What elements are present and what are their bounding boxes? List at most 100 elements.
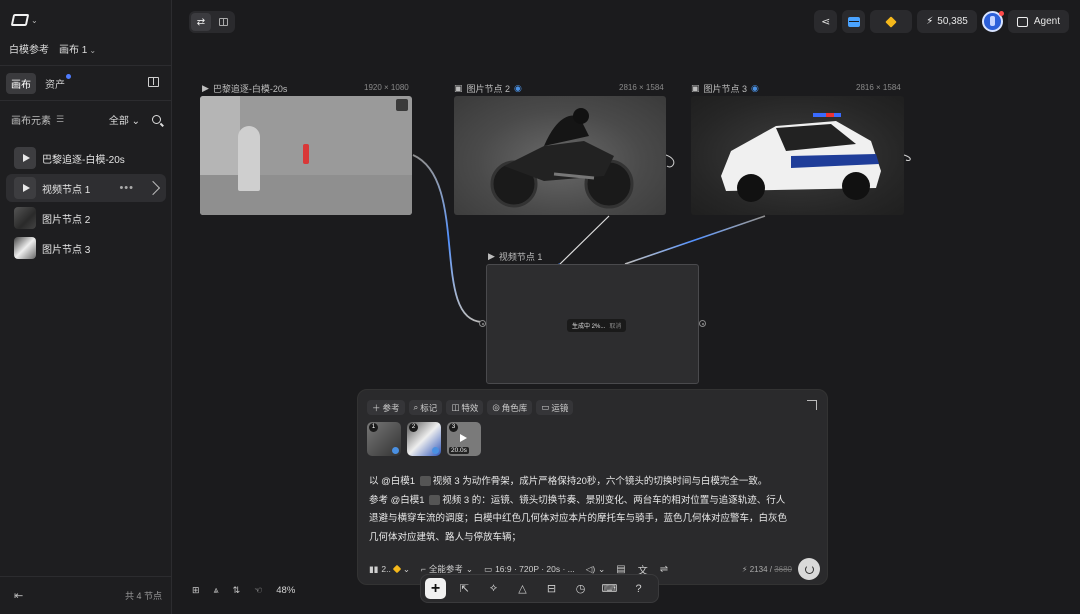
image-icon: ▣ [454, 83, 463, 93]
hand-icon[interactable]: ☜ [254, 585, 262, 596]
chevron-down-icon: ⌄ [598, 563, 606, 574]
mention-text: 参考 @白模1 [369, 494, 425, 506]
plus-icon: ＋ [372, 402, 381, 413]
output-port[interactable] [699, 320, 706, 327]
reference-thumb-2[interactable]: 2 [407, 422, 441, 456]
prompt-line: 退避与横穿车流的调度；白模中红色几何体对应本片的摩托车与骑手，蓝色几何体对应警车… [369, 513, 788, 524]
check-icon [392, 447, 399, 454]
mark-icon: ⌕ [413, 402, 419, 412]
ref-index: 3 [449, 423, 458, 432]
chip-camera-move[interactable]: ▭ 运镜 [536, 400, 574, 415]
model-label: 2.. [381, 564, 391, 574]
reference-thumbs: 1 2 3 20.0s [367, 422, 481, 456]
chip-effects[interactable]: ◫ 特效 [446, 400, 484, 415]
nodes-icon: ⟡ [489, 582, 498, 594]
node-title-text: 巴黎追逐-白模-20s [212, 84, 288, 94]
spec-selector[interactable]: ▭ 16:9 · 720P · 20s · ... [484, 564, 575, 575]
chip-camera-move-label: 运镜 [551, 402, 569, 413]
scene-red-figure [303, 144, 309, 164]
mention-text: 视频 3 [432, 476, 460, 487]
prompt-text[interactable]: 以 @白模1 视频 3 为动作骨架，成片严格保持20秒，六个镜头的切换时间与白模… [369, 473, 819, 547]
cursor-icon: ⇱ [459, 583, 470, 595]
prompt-text-span: 为动作骨架，成片严格保持20秒，六个镜头的切换时间与白模完全一致。 [462, 476, 768, 487]
scene-pillar [238, 126, 260, 191]
history-button[interactable]: ◷ [570, 578, 591, 599]
prompt-chips: ＋参考 ⌕ 标记 ◫ 特效 ◎ 角色库 ▭ 运镜 [367, 400, 574, 415]
node-title-text: 图片节点 3 [703, 84, 748, 94]
connect-tool-button[interactable]: ⟡ [483, 578, 504, 599]
cancel-generation-button[interactable]: 取消 [609, 321, 621, 330]
chip-characters[interactable]: ◎ 角色库 [487, 400, 533, 415]
grid-icon[interactable]: ⊞ [192, 585, 200, 596]
node-size-scene: 1920 × 1080 [364, 83, 409, 92]
prompt-line: 参考 @白模1 视频 3 的：运镜、镜头切换节奏、景别变化、两台车的相对位置与追… [369, 492, 819, 511]
input-port[interactable] [479, 320, 486, 327]
download-icon[interactable] [396, 99, 408, 111]
chevron-down-icon: ⌄ [402, 563, 410, 574]
reference-thumb-1[interactable]: 1 [367, 422, 401, 456]
chip-effects-label: 特效 [461, 402, 479, 413]
play-icon: ▶ [488, 251, 495, 261]
clock-icon: ◷ [575, 583, 586, 595]
chip-mark-label: 标记 [420, 402, 438, 413]
edge-img2-to-video [559, 215, 610, 265]
settings-sliders-icon[interactable]: ⇌ [660, 564, 668, 575]
camera-icon: ◫ [451, 402, 460, 412]
generation-status: 生成中 2%... 取消 [567, 319, 627, 332]
node-size-img3: 2816 × 1584 [856, 83, 901, 92]
cone-icon[interactable]: ⩓ [214, 585, 219, 596]
speaker-icon: ◁) [585, 563, 596, 574]
verified-icon: ◉ [514, 83, 522, 93]
crop-icon: ⌐ [420, 564, 426, 574]
zoom-level[interactable]: 48% [276, 585, 295, 596]
loading-icon [804, 564, 814, 574]
plus-icon: + [430, 579, 441, 597]
video-icon: ▭ [541, 402, 550, 412]
node-title-scene[interactable]: ▶ 巴黎追逐-白模-20s [202, 82, 287, 95]
node-title-img2[interactable]: ▣ 图片节点 2 ◉ [454, 82, 522, 95]
image-icon: ▣ [691, 83, 700, 93]
model-selector[interactable]: ▮▮ 2.. ⌄ [369, 564, 410, 575]
image-node-2[interactable] [454, 96, 666, 215]
node-title-text: 视频节点 1 [498, 252, 543, 262]
scene-ground [200, 175, 412, 215]
prompt-text-span: 的：运镜、镜头切换节奏、景别变化、两台车的相对位置与追逐轨迹、行人 [471, 494, 786, 506]
video-node-1[interactable]: 生成中 2%... 取消 [486, 264, 699, 384]
expand-icon[interactable] [807, 400, 817, 410]
add-node-button[interactable]: + [425, 578, 446, 599]
node-title-video1[interactable]: ▶ 视频节点 1 [488, 250, 542, 263]
chip-characters-label: 角色库 [501, 402, 528, 413]
reference-thumb-3[interactable]: 3 20.0s [447, 422, 481, 456]
gem-icon [392, 564, 402, 574]
audio-selector[interactable]: ◁) ⌄ [586, 564, 606, 575]
aspect-icon: ▭ [484, 563, 493, 574]
chip-reference[interactable]: ＋参考 [367, 400, 405, 415]
spec-label: 16:9 · 720P · 20s · ... [495, 564, 575, 574]
keyboard-button[interactable]: ⌨ [599, 578, 620, 599]
vehicle-tool-button[interactable]: ⊟ [541, 578, 562, 599]
edge-stub [665, 154, 675, 168]
scene-video-node[interactable] [200, 96, 412, 215]
help-icon: ? [635, 582, 642, 595]
add-note-icon[interactable]: ▤ [616, 564, 625, 575]
shapes-icon: △ [518, 583, 527, 595]
help-button[interactable]: ? [628, 578, 649, 599]
shapes-tool-button[interactable]: △ [512, 578, 533, 599]
motorcycle-image [490, 108, 634, 209]
generate-button[interactable] [798, 558, 820, 580]
prompt-panel: ＋参考 ⌕ 标记 ◫ 特效 ◎ 角色库 ▭ 运镜 1 2 3 20.0s 以 @白模1 视… [357, 389, 828, 585]
node-title-img3[interactable]: ▣ 图片节点 3 ◉ [691, 82, 759, 95]
char-count: 2134 [749, 564, 768, 574]
mention-text: 以 @白模1 [369, 476, 416, 487]
select-tool-button[interactable]: ⇱ [454, 578, 475, 599]
play-icon: ▶ [202, 83, 209, 93]
generation-progress: 生成中 2%... [572, 324, 606, 330]
canvas-toolbar: + ⇱ ⟡ △ ⊟ ◷ ⌨ ? [420, 574, 659, 603]
ref-index: 2 [409, 423, 418, 432]
image-node-3[interactable] [691, 96, 904, 215]
verified-icon: ◉ [751, 83, 759, 93]
char-counter: ⚡ 2134 / 3680 [741, 564, 792, 574]
swap-icon[interactable]: ⇅ [233, 585, 241, 596]
chip-mark[interactable]: ⌕ 标记 [408, 400, 443, 415]
police-car-image [721, 113, 881, 202]
